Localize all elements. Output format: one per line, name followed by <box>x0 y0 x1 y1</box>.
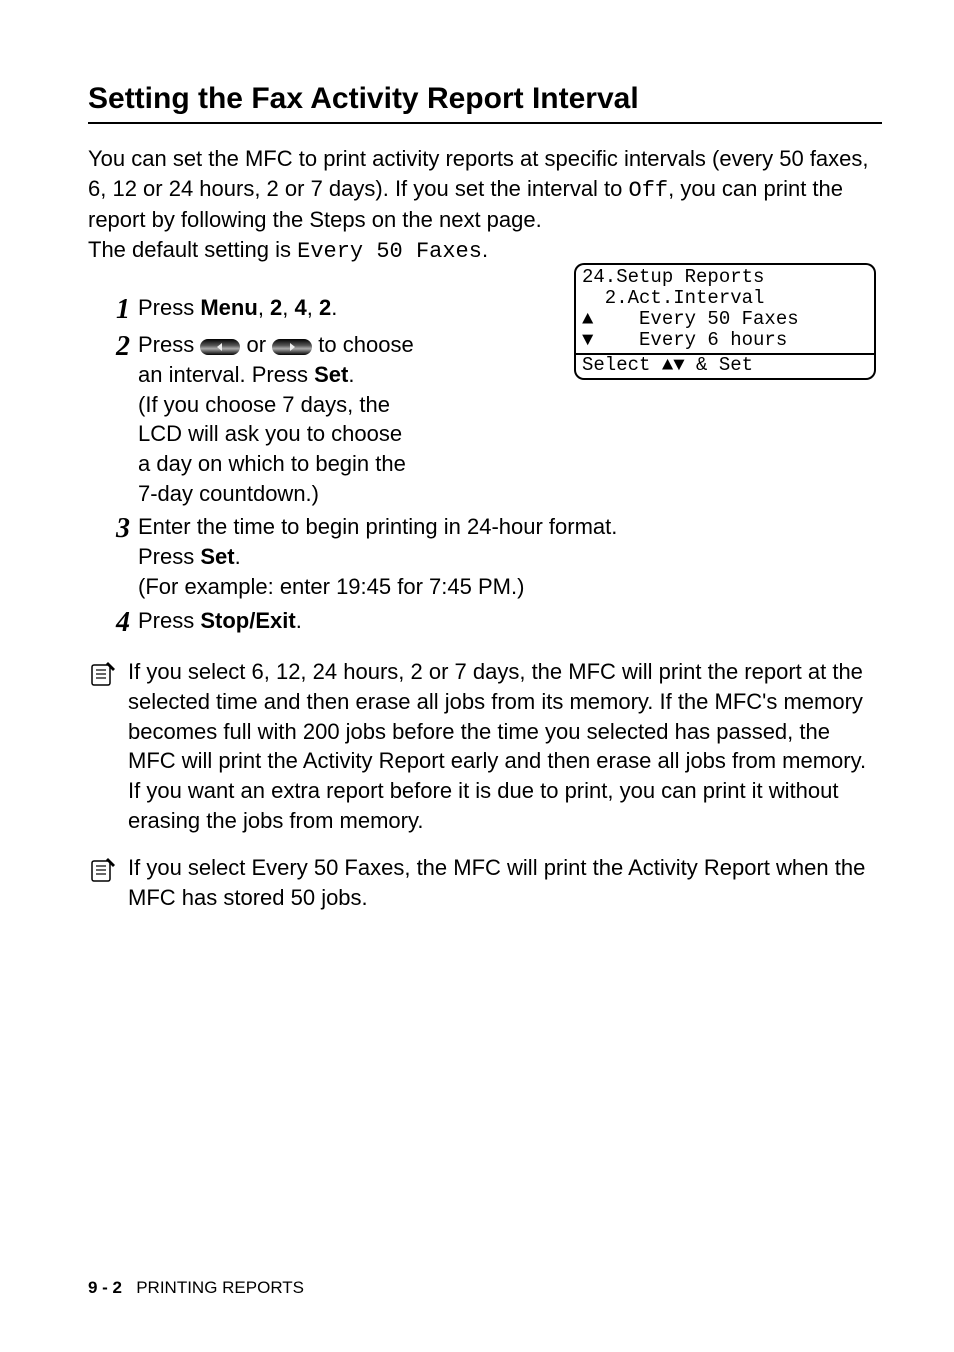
step-1-comma2: , <box>282 295 294 320</box>
step-4-press: Press <box>138 608 200 633</box>
step-3-number: 3 <box>88 512 138 546</box>
intro-paragraph: You can set the MFC to print activity re… <box>88 144 882 267</box>
step-3-set: Set <box>200 544 234 569</box>
lcd-line-4: ▼ Every 6 hours <box>582 329 787 351</box>
step-2: 2 Press or to choose an interval. Press … <box>88 330 418 508</box>
lcd-bottom: Select ▲▼ & Set <box>574 354 876 380</box>
note-icon <box>88 853 128 890</box>
step-4-stop-exit: Stop/Exit <box>200 608 295 633</box>
note-1-text: If you select 6, 12, 24 hours, 2 or 7 da… <box>128 657 882 835</box>
step-2-period: . <box>348 362 354 387</box>
section-title: Setting the Fax Activity Report Interval <box>88 82 882 124</box>
step-3: 3 Enter the time to begin printing in 24… <box>88 512 882 601</box>
step-2-or: or <box>246 332 272 357</box>
note-2: If you select Every 50 Faxes, the MFC wi… <box>88 853 882 912</box>
intro-default-mono: Every 50 Faxes <box>297 239 482 264</box>
step-1-number: 1 <box>88 293 138 327</box>
step-2-press: Press <box>138 332 200 357</box>
step-3-parenthetical: (For example: enter 19:45 for 7:45 PM.) <box>138 574 524 599</box>
step-3-press: Press <box>138 544 200 569</box>
intro-text-3a: The default setting is <box>88 237 297 262</box>
page-footer: 9 - 2 PRINTING REPORTS <box>88 1278 304 1298</box>
step-1-menu: Menu <box>200 295 257 320</box>
intro-text-3b: . <box>482 237 488 262</box>
lcd-display: 24.Setup Reports 2.Act.Interval ▲ Every … <box>574 263 876 380</box>
nav-right-icon <box>272 339 312 355</box>
step-3-period: . <box>235 544 241 569</box>
step-2-number: 2 <box>88 330 138 364</box>
step-2-set: Set <box>314 362 348 387</box>
page: Setting the Fax Activity Report Interval… <box>0 0 954 1352</box>
note-icon <box>88 657 128 694</box>
step-1-press: Press <box>138 295 200 320</box>
step-4: 4 Press Stop/Exit. <box>88 606 882 640</box>
lcd-line-3: ▲ Every 50 Faxes <box>582 308 799 330</box>
steps-list: 1 Press Menu, 2, 4, 2. 2 Press or <box>88 289 882 639</box>
footer-chapter: PRINTING REPORTS <box>136 1278 304 1297</box>
step-1: 1 Press Menu, 2, 4, 2. <box>88 293 418 327</box>
step-3-line1: Enter the time to begin printing in 24-h… <box>138 514 617 539</box>
lcd-line-5: Select ▲▼ & Set <box>582 354 753 376</box>
step-1-key-2b: 2 <box>319 295 331 320</box>
note-1: If you select 6, 12, 24 hours, 2 or 7 da… <box>88 657 882 835</box>
step-4-period: . <box>296 608 302 633</box>
step-4-number: 4 <box>88 606 138 640</box>
note-2-text: If you select Every 50 Faxes, the MFC wi… <box>128 853 882 912</box>
step-2-parenthetical: (If you choose 7 days, the LCD will ask … <box>138 392 406 506</box>
intro-off-mono: Off <box>629 178 669 203</box>
lcd-top: 24.Setup Reports 2.Act.Interval ▲ Every … <box>574 263 876 354</box>
footer-page-number: 9 - 2 <box>88 1278 122 1297</box>
nav-left-icon <box>200 339 240 355</box>
lcd-line-2: 2.Act.Interval <box>582 287 764 309</box>
lcd-line-1: 24.Setup Reports <box>582 266 764 288</box>
step-1-key-4: 4 <box>295 295 307 320</box>
step-1-period: . <box>331 295 337 320</box>
step-1-key-2a: 2 <box>270 295 282 320</box>
step-1-comma3: , <box>307 295 319 320</box>
step-1-comma1: , <box>258 295 270 320</box>
